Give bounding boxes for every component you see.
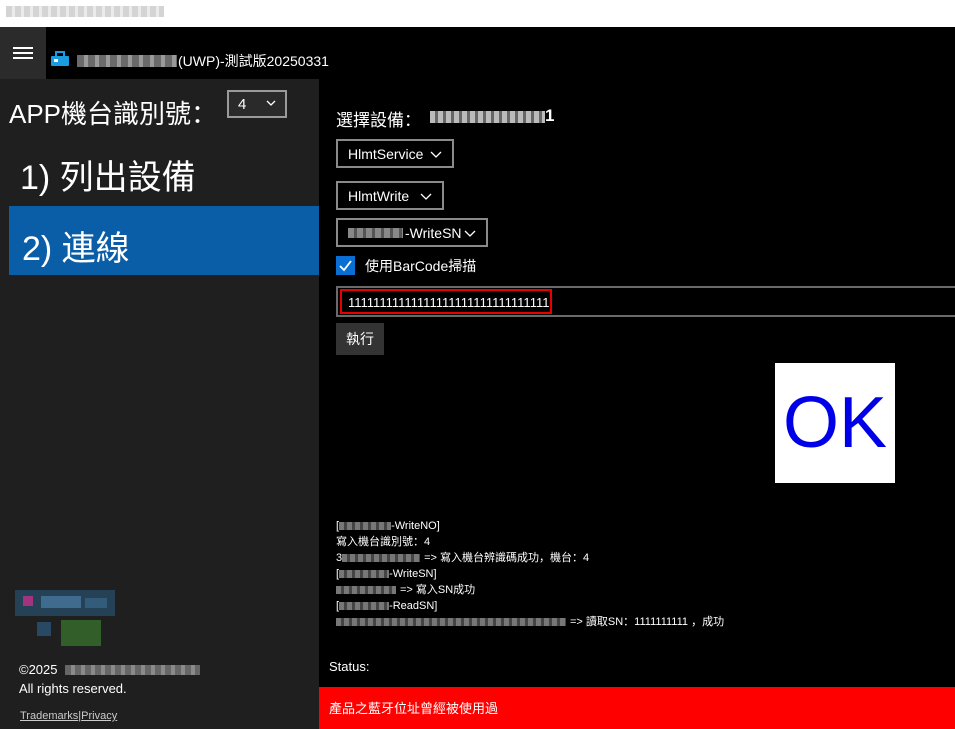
footer-links: Trademarks|Privacy [20,710,117,722]
hamburger-icon [13,47,33,59]
device-name-blurred [430,111,545,123]
error-message-bar: 產品之藍牙位址曾經被使用過 [319,687,955,729]
log-line: [-WriteSN] [336,568,437,580]
log-line: [-ReadSN] [336,600,438,612]
nav-item-list-devices[interactable]: 1) 列出設備 [20,150,196,199]
characteristic-value: HlmtWrite [348,187,410,204]
company-logo [15,590,115,646]
top-strip-blurred-text [6,6,164,17]
copyright-blurred-text [65,665,200,675]
chevron-down-icon [266,100,276,106]
log-line: => 讀取SN：1111111111 ，成功 [336,614,724,630]
title-blurred-text [77,55,177,67]
browser-top-strip [0,0,955,27]
use-barcode-checkbox[interactable] [336,256,355,275]
error-message: 產品之藍牙位址曾經被使用過 [329,701,499,716]
command-dropdown[interactable]: -WriteSN [336,218,488,247]
app-id-dropdown[interactable]: 4 [227,90,287,118]
checkmark-icon [339,260,352,272]
status-label: Status: [329,659,370,674]
nav-item-connect-label: 2) 連線 [22,230,130,268]
nav-item-connect[interactable]: 2) 連線 [9,206,319,275]
log-line: [-WriteNO] [336,520,440,532]
chevron-down-icon [464,230,476,237]
window-title: (UWP)-測試版20250331 [178,53,329,69]
use-barcode-label: 使用BarCode掃描 [365,258,477,274]
characteristic-dropdown[interactable]: HlmtWrite [336,181,444,210]
service-dropdown[interactable]: HlmtService [336,139,454,168]
app-icon [51,51,69,66]
copyright-line: ©2025 [19,662,58,677]
barcode-input[interactable]: 11111111111111111111111111111111 [340,289,552,314]
command-value: -WriteSN [405,224,462,241]
execute-button[interactable]: 執行 [336,323,384,355]
log-output: [-WriteNO] 寫入機台識別號：4 3 => 寫入機台辨識碼成功，機台：4 … [336,518,724,630]
chevron-down-icon [420,193,432,200]
log-line: => 寫入SN成功 [336,582,724,598]
app-id-label: APP機台識別號： [9,99,218,129]
service-value: HlmtService [348,145,424,162]
device-label: 選擇設備： [336,111,421,130]
command-blurred-prefix [348,227,403,238]
privacy-link[interactable]: Privacy [81,710,117,722]
rights-reserved: All rights reserved. [19,681,127,696]
log-line: 3 => 寫入機台辨識碼成功，機台：4 [336,552,590,564]
log-line: 寫入機台識別號：4 [336,536,431,548]
app-id-value: 4 [238,95,247,113]
hamburger-menu-button[interactable] [0,27,46,79]
chevron-down-icon [430,151,442,158]
title-bar [0,27,955,79]
trademarks-link[interactable]: Trademarks [20,710,78,722]
device-name-tail: 1 [545,106,555,125]
result-ok-indicator: OK [775,363,895,483]
